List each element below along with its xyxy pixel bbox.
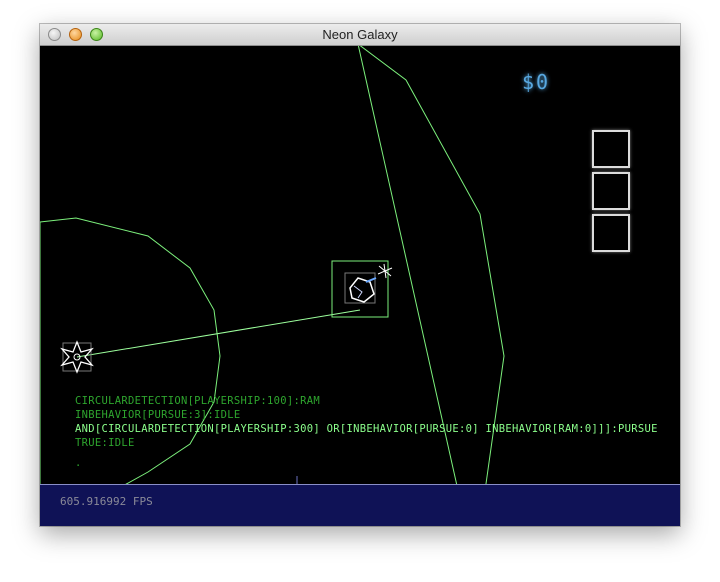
title-bar[interactable]: Neon Galaxy <box>40 24 680 46</box>
enemy-detection-circle <box>40 217 221 505</box>
player-selection-box[interactable] <box>331 260 389 318</box>
debug-line-5: . <box>75 457 82 469</box>
game-canvas[interactable]: $0 CIRCULARDETECTION[PLAYERSHIP:100]:RAM… <box>40 46 680 526</box>
player-detection-circle-large <box>357 46 505 526</box>
inventory-slot-3[interactable] <box>592 214 630 252</box>
player-ship[interactable] <box>344 272 377 304</box>
money-counter: $0 <box>522 70 551 94</box>
inventory-slot-1[interactable] <box>592 130 630 168</box>
debug-line-1: CIRCULARDETECTION[PLAYERSHIP:100]:RAM <box>75 395 320 407</box>
game-scene <box>40 46 505 526</box>
window-title: Neon Galaxy <box>322 27 398 42</box>
debug-line-4: TRUE:IDLE <box>75 437 135 449</box>
debug-line-3: AND[CIRCULARDETECTION[PLAYERSHIP:300] OR… <box>75 423 658 435</box>
thruster-spark <box>377 263 393 279</box>
bottom-status-bar: 605.916992 FPS <box>40 484 680 526</box>
target-link-line <box>76 309 361 358</box>
debug-line-2: INBEHAVIOR[PURSUE:3]:IDLE <box>75 409 241 421</box>
game-window: Neon Galaxy $0 CIRCULARDETECTION[PLAYERS… <box>40 24 680 526</box>
fps-counter: 605.916992 FPS <box>60 495 153 508</box>
inventory-slot-2[interactable] <box>592 172 630 210</box>
